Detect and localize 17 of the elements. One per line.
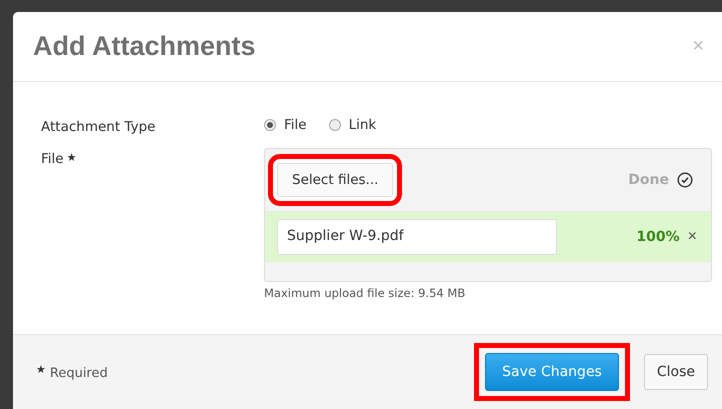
required-mark: ★ xyxy=(66,151,76,164)
radio-label: Link xyxy=(348,117,376,133)
file-name-field[interactable]: Supplier W-9.pdf xyxy=(277,219,557,255)
required-note: Required xyxy=(50,366,108,381)
radio-button[interactable] xyxy=(264,119,276,131)
status-text: Done xyxy=(628,172,669,188)
progress-percent: 100% xyxy=(636,229,680,245)
field-label: Attachment Type xyxy=(41,119,156,135)
field-label: File xyxy=(41,151,64,167)
radio-button[interactable] xyxy=(328,119,341,131)
radio-label: File xyxy=(284,117,307,133)
required-mark: ★ xyxy=(36,363,46,376)
hint-text: Maximum upload file size: 9.54 MB xyxy=(264,286,466,300)
remove-button[interactable]: × xyxy=(688,228,697,246)
check-circle-icon xyxy=(677,172,693,188)
close-button[interactable]: Close xyxy=(644,354,708,390)
dialog-title: Add Attachments xyxy=(33,31,256,62)
